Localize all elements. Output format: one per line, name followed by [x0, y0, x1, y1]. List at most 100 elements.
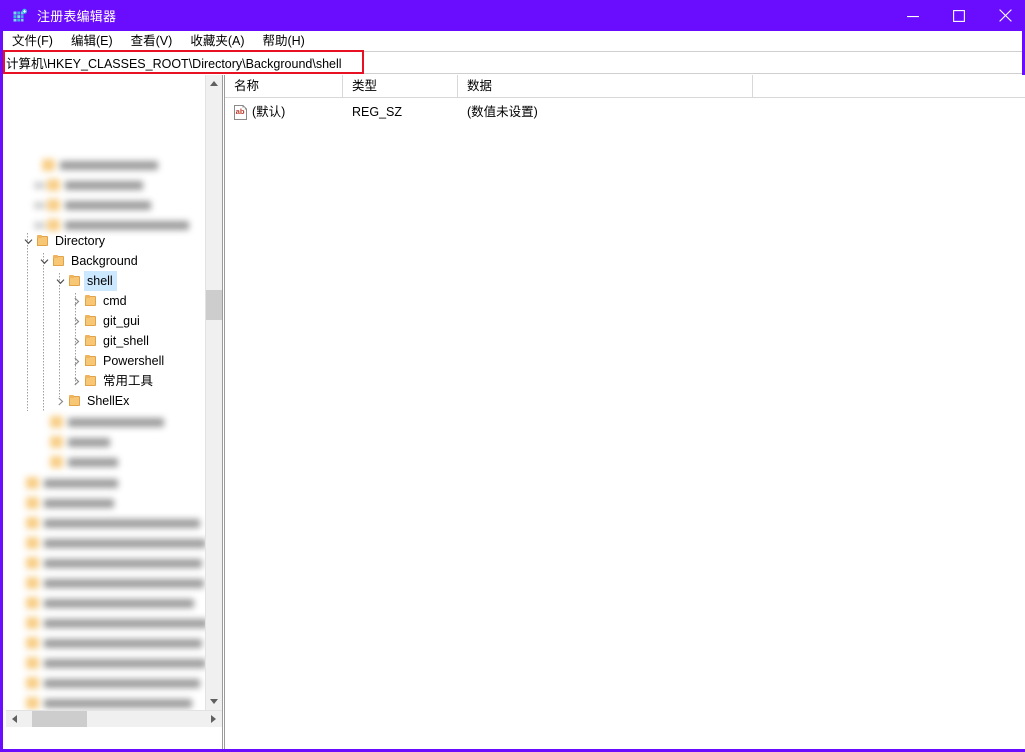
tree-item-redacted[interactable]	[26, 493, 114, 513]
column-header-type[interactable]: 类型	[343, 75, 458, 97]
menu-bar: 文件(F) 编辑(E) 查看(V) 收藏夹(A) 帮助(H)	[3, 31, 1022, 51]
chevron-right-icon[interactable]	[68, 291, 84, 311]
tree-item-redacted[interactable]	[42, 155, 158, 175]
tree-item-label: 常用工具	[103, 374, 154, 388]
minimize-button[interactable]	[890, 0, 936, 31]
tree-vertical-scrollbar[interactable]	[205, 75, 222, 710]
tree-item-redacted[interactable]	[50, 452, 118, 472]
registry-tree-pane[interactable]: Directory Background shell cmd git_gui g…	[6, 75, 222, 727]
chevron-right-icon[interactable]	[52, 391, 68, 411]
column-header-filler[interactable]	[753, 75, 1025, 97]
tree-item-label: cmd	[103, 294, 127, 308]
tree-item-redacted[interactable]	[34, 175, 143, 195]
tree-horizontal-scrollbar[interactable]	[6, 710, 222, 727]
menu-item-view[interactable]: 查看(V)	[128, 32, 182, 50]
tree-item-redacted[interactable]	[26, 533, 206, 553]
tree-item-background[interactable]: Background	[36, 251, 142, 271]
menu-item-favorites[interactable]: 收藏夹(A)	[187, 32, 253, 50]
values-column-header: 名称 类型 数据	[225, 75, 1025, 98]
tree-scroll-up-button[interactable]	[206, 75, 222, 92]
menu-item-file[interactable]: 文件(F)	[9, 32, 62, 50]
tree-item-label: ShellEx	[87, 394, 130, 408]
tree-item-redacted[interactable]	[26, 553, 202, 573]
tree-item-label: Directory	[55, 234, 106, 248]
tree-vertical-scroll-thumb[interactable]	[206, 290, 222, 320]
chevron-right-icon[interactable]	[68, 351, 84, 371]
scroll-left-arrow-icon	[12, 715, 17, 723]
maximize-button[interactable]	[936, 0, 982, 31]
tree-item-redacted[interactable]	[26, 473, 118, 493]
tree-item-redacted[interactable]	[26, 513, 200, 533]
tree-item-directory[interactable]: Directory	[20, 231, 109, 251]
address-bar[interactable]: 计算机\HKEY_CLASSES_ROOT\Directory\Backgrou…	[3, 51, 1022, 74]
registry-editor-window: 注册表编辑器 文件(F) 编辑(E) 查看(V) 收藏夹(A) 帮助(H) 计算…	[0, 0, 1025, 752]
column-header-name[interactable]: 名称	[225, 75, 343, 97]
tree-guide-line	[27, 233, 28, 411]
tree-item-shell[interactable]: shell	[52, 271, 117, 291]
window-controls	[890, 0, 1025, 31]
chevron-right-icon[interactable]	[68, 371, 84, 391]
tree-item-label: git_shell	[103, 334, 149, 348]
chevron-right-icon[interactable]	[68, 311, 84, 331]
column-header-label: 名称	[234, 79, 260, 93]
string-value-icon: ab	[234, 105, 247, 120]
tree-guide-line	[43, 253, 44, 411]
menu-item-edit[interactable]: 编辑(E)	[68, 32, 122, 50]
tree-item-redacted[interactable]	[50, 412, 164, 432]
folder-icon	[84, 334, 98, 348]
value-type: REG_SZ	[352, 105, 403, 119]
close-button[interactable]	[982, 0, 1025, 31]
folder-icon	[36, 234, 50, 248]
registry-tree: Directory Background shell cmd git_gui g…	[6, 75, 206, 727]
tree-item-redacted[interactable]	[26, 573, 204, 593]
folder-icon	[84, 294, 98, 308]
address-path-text: 计算机\HKEY_CLASSES_ROOT\Directory\Backgrou…	[6, 57, 342, 71]
tree-item-redacted[interactable]	[26, 653, 206, 673]
tree-horizontal-scroll-thumb[interactable]	[32, 711, 87, 727]
scroll-up-arrow-icon	[210, 81, 218, 86]
registry-values-pane[interactable]: 名称 类型 数据 ab (默认) REG_SZ (数值未设置)	[225, 75, 1025, 749]
column-header-label: 数据	[467, 79, 493, 93]
tree-item-label: shell	[84, 271, 117, 291]
tree-item-redacted[interactable]	[26, 673, 200, 693]
svg-text:ab: ab	[236, 107, 245, 116]
tree-item-common-tools[interactable]: 常用工具	[68, 371, 157, 391]
tree-scroll-left-button[interactable]	[6, 711, 23, 727]
folder-icon	[84, 354, 98, 368]
menu-item-help[interactable]: 帮助(H)	[259, 32, 313, 50]
tree-item-git-gui[interactable]: git_gui	[68, 311, 144, 331]
chevron-down-icon[interactable]	[20, 231, 36, 251]
folder-icon	[52, 254, 66, 268]
value-name: (默认)	[252, 105, 286, 119]
tree-item-redacted[interactable]	[26, 593, 194, 613]
tree-scroll-right-button[interactable]	[205, 711, 222, 727]
registry-editor-icon	[12, 8, 28, 24]
folder-icon	[84, 314, 98, 328]
chevron-down-icon[interactable]	[36, 251, 52, 271]
tree-item-powershell[interactable]: Powershell	[68, 351, 168, 371]
folder-icon	[68, 274, 82, 288]
chevron-right-icon[interactable]	[68, 331, 84, 351]
tree-item-shellex[interactable]: ShellEx	[52, 391, 133, 411]
tree-item-cmd[interactable]: cmd	[68, 291, 131, 311]
tree-guide-line	[59, 273, 60, 397]
tree-item-git-shell[interactable]: git_shell	[68, 331, 153, 351]
tree-item-label: Powershell	[103, 354, 165, 368]
title-bar[interactable]: 注册表编辑器	[3, 0, 1025, 31]
scroll-down-arrow-icon	[210, 699, 218, 704]
tree-item-redacted[interactable]	[50, 432, 110, 452]
folder-icon	[84, 374, 98, 388]
tree-scroll-down-button[interactable]	[206, 693, 222, 710]
value-row-default[interactable]: ab (默认) REG_SZ (数值未设置)	[225, 101, 1025, 123]
window-title: 注册表编辑器	[37, 9, 117, 24]
tree-item-label: Background	[71, 254, 138, 268]
value-data: (数值未设置)	[467, 105, 538, 119]
folder-icon	[68, 394, 82, 408]
column-header-data[interactable]: 数据	[458, 75, 753, 97]
tree-item-redacted[interactable]	[26, 633, 202, 653]
tree-item-label: git_gui	[103, 314, 140, 328]
tree-item-redacted[interactable]	[34, 195, 151, 215]
column-header-label: 类型	[352, 79, 378, 93]
chevron-down-icon[interactable]	[52, 271, 68, 291]
tree-item-redacted[interactable]	[26, 613, 206, 633]
